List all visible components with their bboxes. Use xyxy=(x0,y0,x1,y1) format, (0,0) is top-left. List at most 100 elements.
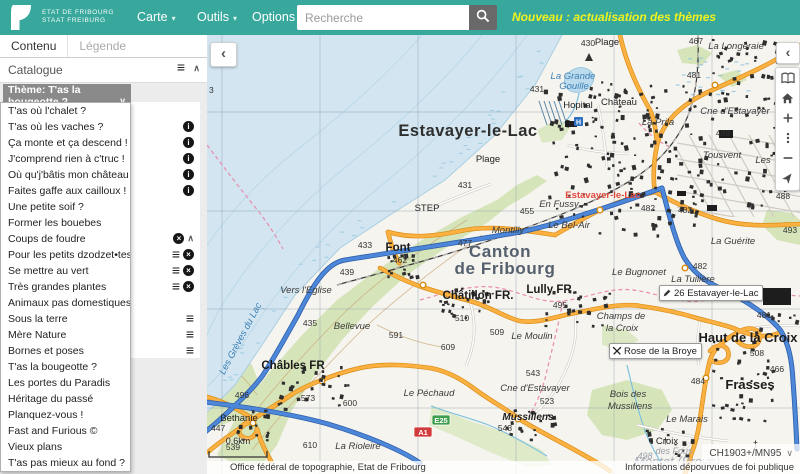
zoom-slider[interactable] xyxy=(776,128,799,148)
layer-actions-row: ≡× xyxy=(131,262,200,278)
info-icon[interactable]: i xyxy=(183,121,194,132)
basemap-button[interactable] xyxy=(776,68,799,88)
theme-option[interactable]: Pour les petits dzodzet•tes xyxy=(1,247,130,263)
scale-bar: 0.6km xyxy=(208,436,272,464)
menu-icon[interactable]: ≡ xyxy=(186,329,194,340)
chevron-up-icon[interactable]: ∧ xyxy=(187,233,194,244)
info-icon[interactable]: i xyxy=(183,137,194,148)
crs-selector[interactable]: CH1903+/MN95∨ xyxy=(702,444,800,462)
close-icon[interactable]: × xyxy=(183,281,194,292)
theme-option[interactable]: Se mettre au vert xyxy=(1,263,130,279)
map-label: La Longeraie xyxy=(708,41,763,52)
theme-option[interactable]: Animaux pas domestiques xyxy=(1,295,130,311)
collapse-sidebar-button[interactable]: ‹ xyxy=(210,42,237,67)
close-icon[interactable]: × xyxy=(173,233,184,244)
menu-outils[interactable]: Outils▾ xyxy=(197,0,237,35)
catalogue-header[interactable]: Catalogue ≡ ∧ xyxy=(0,58,207,83)
info-icon[interactable]: i xyxy=(183,153,194,164)
news-notice[interactable]: Nouveau : actualisation des thèmes xyxy=(512,0,716,35)
locate-arrow-icon xyxy=(781,171,795,185)
search-input[interactable] xyxy=(297,5,469,30)
chevron-down-icon: ▾ xyxy=(233,14,237,23)
map-label: 600 xyxy=(343,398,357,408)
map-label: Lully FR xyxy=(526,284,572,296)
theme-option[interactable]: T'as pas mieux au fond ? xyxy=(1,455,130,471)
theme-option[interactable]: T'as où les vaches ? xyxy=(1,119,130,135)
collapse-tools-button[interactable]: ‹ xyxy=(776,42,800,64)
road-shield: E25 xyxy=(434,416,447,425)
layer-actions-row xyxy=(131,102,200,118)
theme-option[interactable]: Très grandes plantes xyxy=(1,279,130,295)
map-label: Plage xyxy=(595,37,619,48)
map-label: 488 xyxy=(776,191,790,201)
search-button[interactable] xyxy=(469,5,497,30)
theme-option[interactable]: Bornes et poses xyxy=(1,343,130,359)
theme-option[interactable]: Où qu'j'bâtis mon château ? xyxy=(1,167,130,183)
menu-icon[interactable]: ≡ xyxy=(177,62,185,73)
theme-option[interactable]: Ça monte et ça descend ! xyxy=(1,135,130,151)
pen-icon xyxy=(662,288,672,298)
info-icon[interactable]: i xyxy=(183,169,194,180)
layer-actions-row: i xyxy=(131,166,200,182)
menu-options[interactable]: Options▾ xyxy=(252,0,303,35)
zoom-out-button[interactable] xyxy=(776,148,799,168)
map-label: Cne d'Estavayer xyxy=(700,106,770,117)
menu-carte[interactable]: Carte▾ xyxy=(137,0,176,35)
map-feature-chip[interactable]: Rose de la Broye xyxy=(609,343,702,359)
map-label: 3 xyxy=(209,85,214,95)
tab-contenu[interactable]: Contenu xyxy=(0,35,67,57)
map-label: Champs de xyxy=(597,311,646,322)
map-label: 573 xyxy=(301,393,315,403)
theme-option[interactable]: Mère Nature xyxy=(1,327,130,343)
layer-actions-row: ≡× xyxy=(131,246,200,262)
close-icon[interactable]: × xyxy=(183,249,194,260)
home-button[interactable] xyxy=(776,88,799,108)
geoportal-app: ETAT DE FRIBOURG STAAT FREIBURG Carte▾ O… xyxy=(0,0,800,474)
theme-option[interactable]: T'as la bougeotte ? xyxy=(1,359,130,375)
menu-icon[interactable]: ≡ xyxy=(172,249,180,260)
zoom-in-button[interactable] xyxy=(776,108,799,128)
map-label: En Fussy xyxy=(539,199,580,210)
chevron-up-icon[interactable]: ∧ xyxy=(193,63,200,74)
theme-option[interactable]: Vieux plans xyxy=(1,439,130,455)
locate-button[interactable] xyxy=(776,168,799,188)
map-feature-chip[interactable]: 26 Estavayer-le-Lac xyxy=(659,285,763,301)
map-label: La Rioleire xyxy=(335,441,380,452)
layer-actions-row: i xyxy=(131,182,200,198)
tab-legende[interactable]: Légende xyxy=(67,35,137,57)
fribourg-logo xyxy=(10,4,36,31)
theme-selector-button[interactable]: Thème: T'as la bougeotte ?∨ xyxy=(3,84,131,102)
map-label: 543 xyxy=(498,423,512,433)
map-label: 484 xyxy=(691,376,705,386)
theme-option[interactable]: Coups de foudre xyxy=(1,231,130,247)
map-label: 510 xyxy=(455,313,469,323)
theme-option[interactable]: Une petite soif ? xyxy=(1,199,130,215)
close-icon[interactable]: × xyxy=(183,265,194,276)
map-label: 431 xyxy=(530,84,544,94)
chevron-left-icon: ‹ xyxy=(786,44,791,60)
map-label: Estavayer-le-Lac xyxy=(398,122,537,140)
theme-option[interactable]: Former les bouebes xyxy=(1,215,130,231)
map-area[interactable]: H††Estavayer-le-LacCantonde FribourgChât… xyxy=(207,35,800,474)
menu-icon[interactable]: ≡ xyxy=(172,265,180,276)
menu-icon[interactable]: ≡ xyxy=(172,281,180,292)
layer-actions-row: i xyxy=(131,150,200,166)
theme-option[interactable]: Sous la terre xyxy=(1,311,130,327)
theme-option[interactable]: Faites gaffe aux cailloux ! xyxy=(1,183,130,199)
map-canvas[interactable]: H††Estavayer-le-LacCantonde FribourgChât… xyxy=(207,35,800,474)
theme-option[interactable]: Les portes du Paradis xyxy=(1,375,130,391)
info-icon[interactable]: i xyxy=(183,185,194,196)
menu-icon[interactable]: ≡ xyxy=(186,345,194,356)
theme-option[interactable]: Fast and Furious © xyxy=(1,423,130,439)
map-label: Vers l'Eglise xyxy=(280,285,332,296)
theme-option[interactable]: T'as où l'chalet ? xyxy=(1,103,130,119)
plus-icon xyxy=(781,111,795,125)
theme-option[interactable]: Héritage du passé xyxy=(1,391,130,407)
catalogue-label: Catalogue xyxy=(8,58,63,82)
map-label: 430 xyxy=(581,38,595,48)
theme-option[interactable]: J'comprend rien à c'truc ! xyxy=(1,151,130,167)
theme-option[interactable]: Planquez-vous ! xyxy=(1,407,130,423)
layer-actions-row: ≡ xyxy=(131,342,200,358)
map-label: Mussillens xyxy=(502,412,554,423)
menu-icon[interactable]: ≡ xyxy=(186,313,194,324)
